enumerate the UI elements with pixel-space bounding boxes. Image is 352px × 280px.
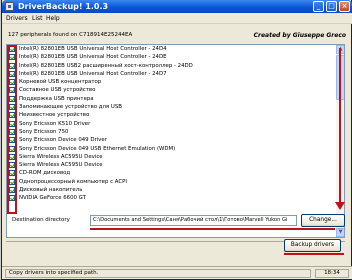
device-name: Intel(R) 82801EB USB2 расширенный хост-к… (19, 62, 193, 69)
window-title: DriverBackup! 1.0.3 (18, 2, 109, 11)
device-checkbox[interactable] (9, 128, 15, 135)
device-checkbox[interactable] (9, 46, 15, 52)
backup-drivers-button[interactable]: Backup drivers (284, 239, 341, 252)
info-bar: 127 peripherals found on C718914E25244EA… (2, 31, 352, 41)
device-name: Составное USB устройство (19, 87, 96, 94)
device-name: Sony Ericsson Device 049 Driver (19, 137, 107, 144)
device-row[interactable]: Sierra Wireless AC595U Device (7, 161, 336, 169)
device-checkbox[interactable] (9, 145, 15, 152)
device-name: Неизвестное устройство (19, 112, 90, 119)
device-checkbox[interactable] (9, 79, 15, 86)
device-row[interactable]: Sony Ericsson 750 (7, 128, 336, 136)
status-time: 18:34 (315, 269, 349, 278)
device-checkbox[interactable] (9, 187, 15, 194)
device-row[interactable]: Intel(R) 82801EB USB Universal Host Cont… (7, 70, 336, 78)
device-row[interactable]: Intel(R) 82801EB USB Universal Host Cont… (7, 53, 336, 61)
device-row[interactable]: Intel(R) 82801EB USB2 расширенный хост-к… (7, 62, 336, 70)
device-name: Sony Ericsson K510 Driver (19, 120, 91, 127)
device-list[interactable]: Intel(R) 82801EB USB Universal Host Cont… (6, 44, 345, 238)
device-checkbox[interactable] (9, 112, 15, 119)
device-name: Intel(R) 82801EB USB Universal Host Cont… (19, 46, 167, 52)
device-row[interactable]: Запоминающее устройство для USB (7, 103, 336, 111)
device-name: Однопроцессорный компьютер с ACPI (19, 178, 127, 185)
menu-help[interactable]: Help (46, 14, 60, 23)
minimize-button[interactable]: _ (313, 1, 324, 12)
device-row[interactable]: CD-ROM дисковод (7, 169, 336, 177)
device-name: CD-ROM дисковод (19, 170, 71, 177)
device-checkbox[interactable] (9, 120, 15, 127)
device-checkbox[interactable] (9, 54, 15, 61)
device-name: Intel(R) 82801EB USB Universal Host Cont… (19, 70, 167, 77)
device-row[interactable]: Intel(R) 82801EB USB Universal Host Cont… (7, 45, 336, 53)
device-row[interactable]: Составное USB устройство (7, 86, 336, 94)
destination-label: Destination directory (12, 217, 70, 223)
device-row[interactable]: Sierra Wireless AC595U Device (7, 153, 336, 161)
close-button[interactable]: × (339, 1, 350, 12)
device-checkbox[interactable] (9, 162, 15, 169)
device-name: Sony Ericsson 750 (19, 128, 69, 135)
destination-path-field[interactable]: C:\Documents and Settings\Саня\Рабочий с… (90, 215, 297, 226)
device-name: Sony Ericsson Device 049 USB Ethernet Em… (19, 145, 176, 152)
device-checkbox[interactable] (9, 87, 15, 94)
menu-list[interactable]: List (32, 14, 43, 23)
device-row[interactable]: Корневой USB концентратор (7, 78, 336, 86)
device-checkbox[interactable] (9, 70, 15, 77)
device-name: Дисковый накопитель (19, 187, 83, 194)
author-credit: Created by Giuseppe Greco (253, 32, 346, 39)
device-row[interactable]: Sony Ericsson K510 Driver (7, 120, 336, 128)
annotation-backup-underline (284, 253, 344, 255)
device-checkbox[interactable] (9, 178, 15, 185)
app-window: DriverBackup! 1.0.3 _ □ × Drivers List H… (1, 0, 352, 280)
title-bar[interactable]: DriverBackup! 1.0.3 _ □ × (2, 0, 352, 13)
device-name: Sierra Wireless AC595U Device (19, 153, 103, 160)
device-checkbox[interactable] (9, 137, 15, 144)
device-row[interactable]: Sony Ericsson Device 049 USB Ethernet Em… (7, 145, 336, 153)
scroll-up-arrow-icon[interactable]: ▲ (336, 45, 344, 54)
status-message: Copy drivers into specified path. (5, 269, 311, 278)
device-name: Запоминающее устройство для USB (19, 104, 122, 111)
maximize-button[interactable]: □ (326, 1, 337, 12)
device-checkbox[interactable] (9, 170, 15, 177)
status-bar: Copy drivers into specified path. 18:34 (2, 266, 352, 279)
device-name: Intel(R) 82801EB USB Universal Host Cont… (19, 54, 167, 61)
device-name: Поддержка USB принтера (19, 95, 94, 102)
menu-drivers[interactable]: Drivers (6, 14, 28, 23)
device-checkbox[interactable] (9, 95, 15, 102)
vertical-scrollbar[interactable]: ▲ ▼ (336, 45, 344, 237)
device-row[interactable]: Дисковый накопитель (7, 186, 336, 194)
app-icon (5, 2, 14, 11)
device-row[interactable]: Однопроцессорный компьютер с ACPI (7, 178, 336, 186)
device-checkbox[interactable] (9, 153, 15, 160)
device-name: Корневой USB концентратор (19, 79, 102, 86)
device-row[interactable]: Sony Ericsson Device 049 Driver (7, 136, 336, 144)
device-checkbox[interactable] (9, 195, 15, 202)
device-row[interactable]: NVIDIA GeForce 6600 GT (7, 194, 336, 202)
scroll-down-arrow-icon[interactable]: ▼ (336, 228, 344, 237)
scroll-thumb[interactable] (336, 55, 344, 100)
device-row[interactable]: Неизвестное устройство (7, 111, 336, 119)
device-checkbox[interactable] (9, 62, 15, 69)
change-button[interactable]: Change... (301, 214, 345, 227)
device-row[interactable]: Поддержка USB принтера (7, 95, 336, 103)
device-checkbox[interactable] (9, 104, 15, 111)
device-rows: Intel(R) 82801EB USB Universal Host Cont… (7, 45, 336, 203)
peripherals-found-text: 127 peripherals found on C718914E25244EA (8, 32, 133, 38)
menu-bar: Drivers List Help (2, 13, 352, 24)
device-name: NVIDIA GeForce 6600 GT (19, 195, 86, 202)
device-name: Sierra Wireless AC595U Device (19, 162, 103, 169)
